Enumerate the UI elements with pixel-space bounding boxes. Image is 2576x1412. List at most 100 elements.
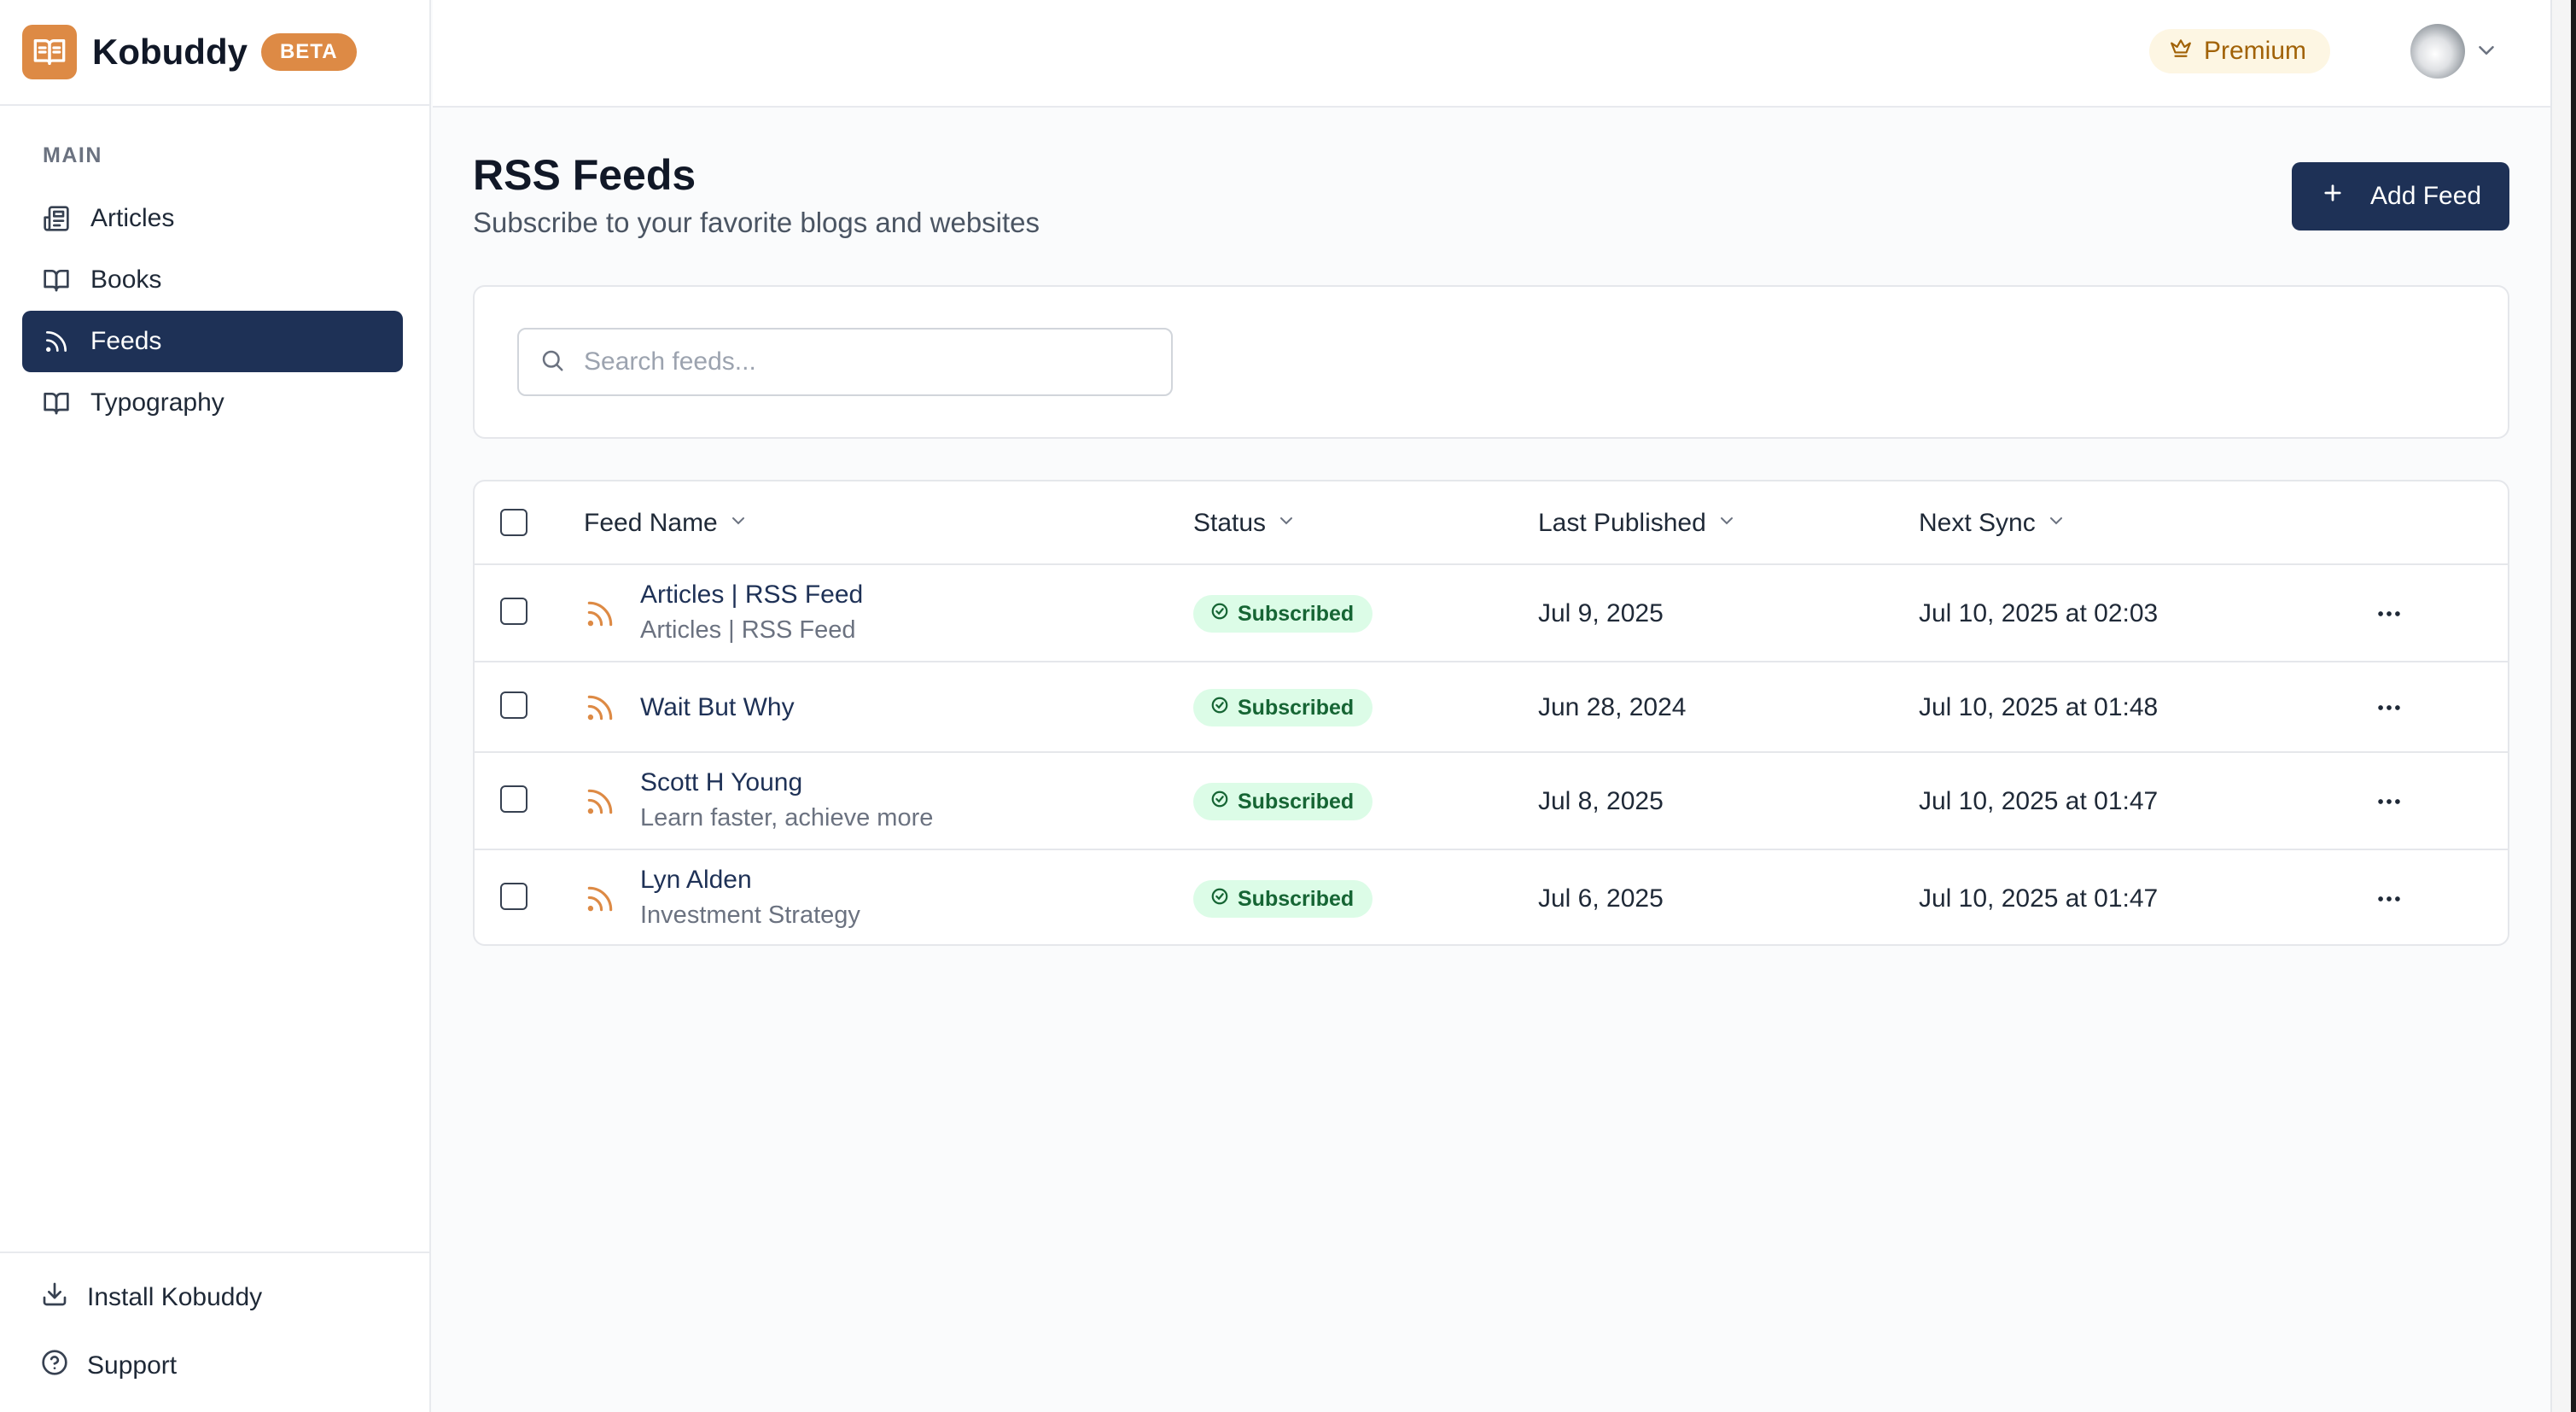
feeds-table: Feed Name Status Last Published Next Syn… [473, 480, 2509, 946]
next-sync: Jul 10, 2025 at 01:47 [1919, 787, 2159, 815]
sidebar-item-label: Books [90, 265, 162, 294]
status-label: Subscribed [1238, 789, 1355, 814]
install-label: Install Kobuddy [87, 1283, 263, 1311]
rss-icon [41, 326, 72, 357]
book-open-icon [41, 388, 72, 418]
rss-icon [584, 598, 616, 634]
more-actions-icon[interactable] [2375, 884, 2404, 918]
column-header-last-published[interactable]: Last Published [1538, 481, 1737, 565]
plus-icon [2321, 181, 2345, 212]
window-edge [2550, 0, 2576, 1412]
add-feed-label: Add Feed [2370, 182, 2482, 210]
last-published: Jul 9, 2025 [1538, 599, 1664, 627]
sidebar-item-books[interactable]: Books [22, 249, 403, 311]
check-circle-icon [1210, 696, 1229, 721]
table-row[interactable]: Articles | RSS Feed Articles | RSS Feed … [475, 565, 2508, 662]
rss-icon [584, 785, 616, 822]
column-header-feed-name[interactable]: Feed Name [584, 481, 749, 565]
next-sync: Jul 10, 2025 at 02:03 [1919, 599, 2159, 627]
beta-badge: BETA [260, 33, 357, 71]
more-actions-icon[interactable] [2375, 599, 2404, 633]
column-header-next-sync[interactable]: Next Sync [1919, 481, 2066, 565]
column-label: Next Sync [1919, 509, 2036, 537]
nav-section-title: MAIN [43, 143, 102, 167]
chevron-down-icon [728, 509, 749, 538]
table-row[interactable]: Scott H Young Learn faster, achieve more… [475, 753, 2508, 850]
vertical-scrollbar[interactable] [2550, 0, 2571, 1412]
sidebar-item-articles[interactable]: Articles [22, 188, 403, 249]
check-circle-icon [1210, 887, 1229, 912]
status-badge: Subscribed [1193, 595, 1373, 633]
rss-icon [584, 691, 616, 728]
more-actions-icon[interactable] [2375, 693, 2404, 726]
chevron-down-icon[interactable] [2474, 38, 2499, 67]
table-row[interactable]: Wait But Why Subscribed Jun 28, 2024 Jul… [475, 662, 2508, 753]
row-checkbox[interactable] [500, 785, 527, 813]
top-bar: Premium [433, 0, 2550, 108]
sidebar-item-label: Typography [90, 388, 224, 417]
status-badge: Subscribed [1193, 783, 1373, 820]
column-label: Last Published [1538, 509, 1706, 537]
rss-icon [584, 883, 616, 919]
next-sync: Jul 10, 2025 at 01:48 [1919, 693, 2159, 721]
status-label: Subscribed [1238, 695, 1355, 720]
row-checkbox[interactable] [500, 883, 527, 910]
brand: Kobuddy BETA [0, 0, 429, 106]
search-card [473, 285, 2509, 439]
page-subtitle: Subscribe to your favorite blogs and web… [473, 207, 1040, 238]
feed-name[interactable]: Lyn Alden [640, 866, 752, 895]
feed-name[interactable]: Scott H Young [640, 768, 802, 797]
feed-description: Articles | RSS Feed [640, 616, 856, 644]
sidebar-item-label: Feeds [90, 327, 162, 355]
sidebar: Kobuddy BETA MAIN Articles Books Feeds T… [0, 0, 431, 1412]
feed-name[interactable]: Articles | RSS Feed [640, 581, 863, 610]
download-icon [41, 1281, 68, 1315]
app-name[interactable]: Kobuddy [92, 32, 248, 73]
select-all-checkbox[interactable] [500, 509, 527, 536]
crown-icon [2170, 37, 2192, 66]
status-label: Subscribed [1238, 886, 1355, 911]
newspaper-icon [41, 203, 72, 234]
status-badge: Subscribed [1193, 689, 1373, 726]
row-checkbox[interactable] [500, 691, 527, 719]
chevron-down-icon [1716, 509, 1737, 538]
add-feed-button[interactable]: Add Feed [2292, 162, 2509, 230]
page-title: RSS Feeds [473, 151, 696, 199]
support-label: Support [87, 1351, 178, 1380]
feed-name[interactable]: Wait But Why [640, 693, 795, 722]
premium-badge[interactable]: Premium [2148, 29, 2330, 73]
main-nav: Articles Books Feeds Typography [22, 188, 403, 434]
table-header: Feed Name Status Last Published Next Syn… [475, 481, 2508, 565]
table-row[interactable]: Lyn Alden Investment Strategy Subscribed… [475, 850, 2508, 944]
book-open-icon [41, 265, 72, 295]
search-input[interactable] [584, 347, 1164, 376]
column-header-status[interactable]: Status [1193, 481, 1297, 565]
last-published: Jul 6, 2025 [1538, 884, 1664, 913]
last-published: Jun 28, 2024 [1538, 693, 1687, 721]
feed-description: Investment Strategy [640, 901, 860, 929]
check-circle-icon [1210, 602, 1229, 627]
kobuddy-logo-icon[interactable] [22, 25, 77, 79]
more-actions-icon[interactable] [2375, 787, 2404, 820]
feed-description: Learn faster, achieve more [640, 804, 934, 831]
search-icon [539, 347, 565, 377]
sidebar-item-typography[interactable]: Typography [22, 372, 403, 434]
install-kobuddy-link[interactable]: Install Kobuddy [0, 1263, 431, 1332]
sidebar-footer: Install Kobuddy Support [0, 1252, 431, 1400]
sidebar-item-label: Articles [90, 204, 175, 232]
next-sync: Jul 10, 2025 at 01:47 [1919, 884, 2159, 913]
status-label: Subscribed [1238, 601, 1355, 626]
check-circle-icon [1210, 790, 1229, 814]
sidebar-item-feeds[interactable]: Feeds [22, 311, 403, 372]
status-badge: Subscribed [1193, 880, 1373, 918]
column-label: Feed Name [584, 509, 718, 537]
chevron-down-icon [2046, 509, 2066, 538]
column-label: Status [1193, 509, 1267, 537]
search-box[interactable] [517, 328, 1173, 396]
help-circle-icon [41, 1349, 68, 1383]
row-checkbox[interactable] [500, 598, 527, 625]
support-link[interactable]: Support [0, 1332, 431, 1400]
user-avatar[interactable] [2410, 24, 2465, 79]
last-published: Jul 8, 2025 [1538, 787, 1664, 815]
chevron-down-icon [1276, 509, 1297, 538]
